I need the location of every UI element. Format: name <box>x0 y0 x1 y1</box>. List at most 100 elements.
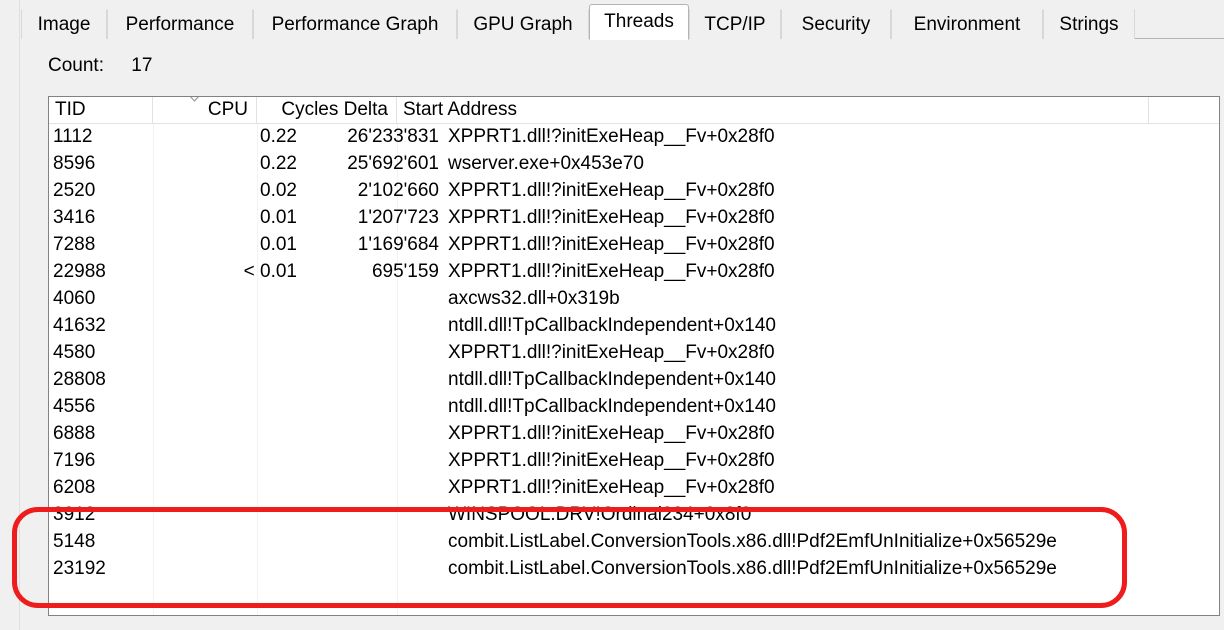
cell-start-address: ntdll.dll!TpCallbackIndependent+0x140 <box>448 369 776 390</box>
table-row[interactable]: 8596 0.22 25'692'601 wserver.exe+0x453e70 <box>49 151 1219 178</box>
cell-cpu <box>197 367 297 394</box>
cell-tid: 4580 <box>53 342 96 363</box>
cell-cpu: 0.02 <box>260 180 297 201</box>
table-row[interactable]: 7288 0.01 1'169'684 XPPRT1.dll!?initExeHeap… <box>49 232 1219 259</box>
table-row[interactable]: 6888 XPPRT1.dll!?initExeHeap__Fv+0x28f0 <box>49 421 1219 448</box>
cell-cpu <box>197 340 297 367</box>
cell-tid: 41632 <box>53 315 106 336</box>
cell-cpu <box>197 421 297 448</box>
cell-cpu: < 0.01 <box>243 261 297 282</box>
tab-tcp-ip[interactable]: TCP/IP <box>689 9 781 39</box>
cell-cycles-delta: 1'169'684 <box>357 234 439 255</box>
thread-count-label: Count: <box>48 55 104 76</box>
cell-start-address: XPPRT1.dll!?initExeHeap__Fv+0x28f0 <box>448 423 775 444</box>
cell-cpu <box>197 313 297 340</box>
properties-window: Image Performance Performance Graph GPU Gra… <box>0 0 1224 630</box>
cell-cycles-delta <box>301 286 439 313</box>
cell-cpu <box>197 556 297 583</box>
cell-start-address: WINSPOOL.DRV!Ordinal234+0x8f0 <box>448 504 752 525</box>
table-row[interactable]: 7196 XPPRT1.dll!?initExeHeap__Fv+0x28f0 <box>49 448 1219 475</box>
table-row[interactable]: 3912 WINSPOOL.DRV!Ordinal234+0x8f0 <box>49 502 1219 529</box>
threads-list-view[interactable]: TID CPU Cycles Delta Start Address 1112 0.22… <box>48 96 1220 616</box>
table-row[interactable]: 1112 0.22 26'233'831 XPPRT1.dll!?initExeHea… <box>49 124 1219 151</box>
cell-cpu: 0.22 <box>260 126 297 147</box>
column-header-tid[interactable]: TID <box>49 97 153 123</box>
cell-cpu: 0.01 <box>260 234 297 255</box>
cell-cpu <box>197 529 297 556</box>
cell-cpu <box>197 394 297 421</box>
tab-gpu-graph[interactable]: GPU Graph <box>457 9 589 39</box>
cell-cpu <box>197 286 297 313</box>
window-left-edge <box>0 0 20 630</box>
table-row[interactable]: 4556 ntdll.dll!TpCallbackIndependent+0x14… <box>49 394 1219 421</box>
cell-cycles-delta <box>301 367 439 394</box>
column-header-cycles[interactable]: Cycles Delta <box>257 97 397 123</box>
cell-cpu: 0.22 <box>260 153 297 174</box>
cell-start-address: ntdll.dll!TpCallbackIndependent+0x140 <box>448 315 776 336</box>
column-header-cpu[interactable]: CPU <box>153 97 257 123</box>
threads-list-header: TID CPU Cycles Delta Start Address <box>49 97 1219 124</box>
tab-threads[interactable]: Threads <box>589 4 689 40</box>
chevron-down-icon <box>190 97 199 102</box>
cell-start-address: XPPRT1.dll!?initExeHeap__Fv+0x28f0 <box>448 207 775 228</box>
cell-cpu: 0.01 <box>260 207 297 228</box>
cell-tid: 4060 <box>53 288 96 309</box>
cell-start-address: XPPRT1.dll!?initExeHeap__Fv+0x28f0 <box>448 450 775 471</box>
thread-count-row: Count: 17 <box>48 55 152 83</box>
cell-start-address: XPPRT1.dll!?initExeHeap__Fv+0x28f0 <box>448 180 775 201</box>
table-row[interactable]: 41632 ntdll.dll!TpCallbackIndependent+0x1… <box>49 313 1219 340</box>
cell-tid: 1112 <box>53 126 93 147</box>
column-header-label: Start Address <box>403 99 518 120</box>
tab-security[interactable]: Security <box>781 9 891 39</box>
cell-cycles-delta <box>301 502 439 529</box>
cell-cycles-delta: 25'692'601 <box>347 153 439 174</box>
cell-tid: 7288 <box>53 234 96 255</box>
column-header-label: TID <box>55 99 86 120</box>
table-row[interactable]: 2520 0.02 2'102'660 XPPRT1.dll!?initExeHeap… <box>49 178 1219 205</box>
tab-performance[interactable]: Performance <box>107 9 253 39</box>
cell-start-address: combit.ListLabel.ConversionTools.x86.dll… <box>448 531 1057 552</box>
cell-tid: 28808 <box>53 369 106 390</box>
cell-cycles-delta: 1'207'723 <box>357 207 439 228</box>
tab-strings[interactable]: Strings <box>1043 9 1135 39</box>
cell-start-address: ntdll.dll!TpCallbackIndependent+0x140 <box>448 396 776 417</box>
cell-start-address: XPPRT1.dll!?initExeHeap__Fv+0x28f0 <box>448 342 775 363</box>
cell-tid: 22988 <box>53 261 106 282</box>
cell-cpu <box>197 502 297 529</box>
cell-cycles-delta: 695'159 <box>371 261 439 282</box>
column-header-label: CPU <box>207 99 248 120</box>
cell-tid: 6208 <box>53 477 96 498</box>
cell-tid: 8596 <box>53 153 96 174</box>
cell-tid: 23192 <box>53 558 106 579</box>
thread-count-value: 17 <box>131 55 153 76</box>
table-row[interactable]: 22988 < 0.01 695'159 XPPRT1.dll!?initExeHea… <box>49 259 1219 286</box>
tab-image[interactable]: Image <box>21 9 107 39</box>
cell-start-address: XPPRT1.dll!?initExeHeap__Fv+0x28f0 <box>448 477 775 498</box>
table-row[interactable]: 3416 0.01 1'207'723 XPPRT1.dll!?initExeHeap… <box>49 205 1219 232</box>
table-row[interactable]: 4580 XPPRT1.dll!?initExeHeap__Fv+0x28f0 <box>49 340 1219 367</box>
cell-cpu <box>197 475 297 502</box>
cell-tid: 7196 <box>53 450 96 471</box>
cell-cycles-delta <box>301 556 439 583</box>
cell-cycles-delta <box>301 475 439 502</box>
cell-cycles-delta <box>301 529 439 556</box>
tab-environment[interactable]: Environment <box>891 9 1043 39</box>
cell-start-address: combit.ListLabel.ConversionTools.x86.dll… <box>448 558 1057 579</box>
table-row[interactable]: 6208 XPPRT1.dll!?initExeHeap__Fv+0x28f0 <box>49 475 1219 502</box>
threads-list-body[interactable]: 1112 0.22 26'233'831 XPPRT1.dll!?initExeHea… <box>49 124 1219 615</box>
cell-cpu <box>197 448 297 475</box>
cell-tid: 2520 <box>53 180 96 201</box>
cell-tid: 3912 <box>53 504 96 525</box>
column-header-addr[interactable]: Start Address <box>397 97 1149 123</box>
table-row[interactable]: 23192 combit.ListLabel.ConversionTools.x8… <box>49 556 1219 583</box>
table-row[interactable]: 28808 ntdll.dll!TpCallbackIndependent+0x1… <box>49 367 1219 394</box>
tab-performance-graph[interactable]: Performance Graph <box>253 9 457 39</box>
cell-tid: 4556 <box>53 396 96 417</box>
cell-tid: 5148 <box>53 531 96 552</box>
table-row[interactable]: 4060 axcws32.dll+0x319b <box>49 286 1219 313</box>
cell-start-address: axcws32.dll+0x319b <box>448 288 620 309</box>
table-row[interactable]: 5148 combit.ListLabel.ConversionTools.x86… <box>49 529 1219 556</box>
cell-start-address: wserver.exe+0x453e70 <box>448 153 644 174</box>
cell-start-address: XPPRT1.dll!?initExeHeap__Fv+0x28f0 <box>448 234 775 255</box>
column-header-label: Cycles Delta <box>281 99 388 120</box>
